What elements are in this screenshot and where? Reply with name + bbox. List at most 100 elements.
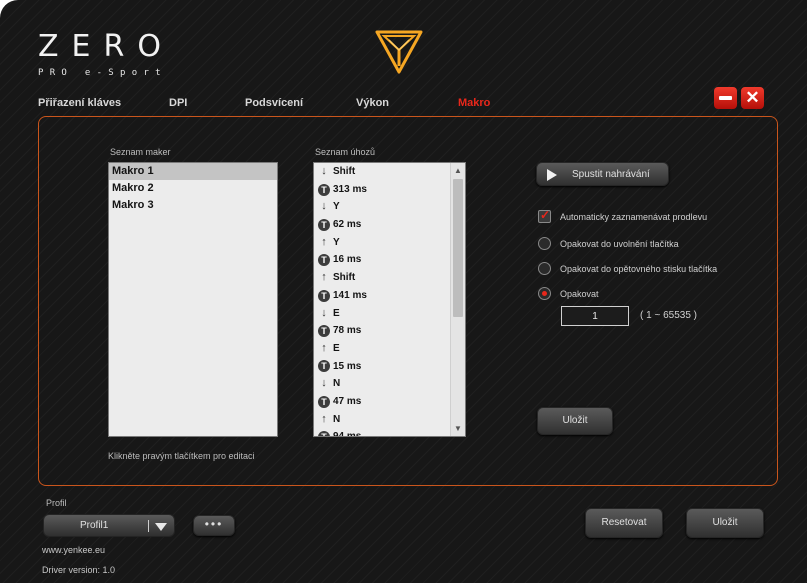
tab-performance[interactable]: Výkon: [356, 97, 389, 109]
scroll-thumb[interactable]: [453, 179, 463, 317]
keystroke-item[interactable]: ↑ N: [314, 411, 465, 429]
more-options-button[interactable]: •••: [193, 515, 235, 536]
delay-icon: T: [318, 289, 330, 302]
keystroke-item[interactable]: T94 ms: [314, 428, 465, 437]
keystroke-label: E: [333, 342, 340, 354]
key-up-arrow-icon: ↑: [321, 412, 327, 425]
keystroke-label: N: [333, 378, 341, 390]
yenkee-emblem-icon: [375, 30, 423, 74]
delay-icon: T: [318, 218, 330, 231]
delay-icon: T: [318, 431, 330, 436]
tab-key-assignment[interactable]: Přiřazení kláves: [38, 97, 121, 109]
key-up-arrow-icon: ↑: [321, 271, 327, 284]
profile-value: Profil1: [80, 520, 109, 531]
macro-list-item[interactable]: Makro 3: [109, 197, 277, 214]
repeat-count-input[interactable]: [561, 306, 629, 326]
radio-repeat-until-press[interactable]: Opakovat do opětovného stisku tlačítka: [538, 262, 717, 275]
profile-label: Profil: [46, 498, 67, 508]
keystroke-label: N: [333, 413, 341, 425]
keystroke-item[interactable]: T 141 ms: [314, 287, 465, 305]
keystroke-label: 78 ms: [333, 325, 362, 337]
delay-icon: T: [318, 325, 330, 338]
keystroke-list-heading: Seznam úhozů: [315, 147, 376, 157]
logo-sub-text: PRO e-Sport: [38, 68, 167, 78]
website-link[interactable]: www.yenkee.eu: [42, 545, 105, 555]
auto-delay-checkbox[interactable]: ✓ Automaticky zaznamenávat prodlevu: [538, 208, 708, 223]
keystroke-item[interactable]: ↓ E: [314, 305, 465, 323]
macro-list-item[interactable]: Makro 1: [109, 163, 277, 180]
keystroke-item[interactable]: T 47 ms: [314, 393, 465, 411]
keystroke-label: 94 ms: [333, 431, 362, 437]
keystroke-item[interactable]: ↓ N: [314, 375, 465, 393]
app-window: ZERO PRO e-Sport Přiřazení kláves DPI Po…: [0, 0, 807, 583]
delay-icon: T: [318, 254, 330, 267]
tab-macro[interactable]: Makro: [458, 97, 490, 109]
radio-label: Opakovat do opětovného stisku tlačítka: [560, 263, 718, 274]
key-down-arrow-icon: ↓: [321, 200, 327, 213]
keystroke-label: 47 ms: [333, 395, 362, 407]
keystroke-item[interactable]: T 16 ms: [314, 251, 465, 269]
keystroke-item[interactable]: T 313 ms: [314, 181, 465, 199]
start-recording-button[interactable]: Spustit nahrávání: [536, 162, 669, 186]
key-up-arrow-icon: ↑: [321, 341, 327, 354]
radio-label: Opakovat do uvolnění tlačítka: [560, 238, 679, 249]
delay-icon: T: [318, 183, 330, 196]
profile-dropdown[interactable]: Profil1: [43, 514, 175, 537]
keystroke-item[interactable]: ↓ Shift: [314, 163, 465, 181]
scroll-down-arrow-icon[interactable]: ▼: [451, 421, 465, 436]
zero-logo: ZERO PRO e-Sport: [38, 29, 174, 79]
keystroke-label: 16 ms: [333, 254, 362, 266]
delay-icon: T: [318, 360, 330, 373]
keystroke-item[interactable]: T 78 ms: [314, 322, 465, 340]
keystroke-item[interactable]: ↓ Y: [314, 198, 465, 216]
keystroke-label: 141 ms: [333, 289, 367, 301]
reset-button[interactable]: Resetovat: [585, 508, 663, 538]
keystroke-label: 313 ms: [333, 183, 367, 195]
keystroke-label: Y: [333, 236, 340, 248]
edit-hint: Klikněte pravým tlačítkem pro editaci: [108, 451, 255, 461]
keystroke-item[interactable]: ↑ Shift: [314, 269, 465, 287]
keystroke-scrollbar[interactable]: ▲ ▼: [450, 163, 465, 436]
macro-list[interactable]: Makro 1 Makro 2 Makro 3: [108, 162, 278, 437]
keystroke-item[interactable]: T 62 ms: [314, 216, 465, 234]
save-button[interactable]: Uložit: [686, 508, 764, 538]
scroll-up-arrow-icon[interactable]: ▲: [451, 163, 465, 178]
auto-delay-label: Automaticky zaznamenávat prodlevu: [560, 211, 708, 222]
keystroke-label: Y: [333, 201, 340, 213]
repeat-range-label: ( 1 ~ 65535 ): [640, 310, 697, 321]
macro-list-heading: Seznam maker: [110, 147, 171, 157]
keystroke-item[interactable]: ↑ E: [314, 340, 465, 358]
checkmark-icon: ✓: [540, 208, 551, 222]
checkbox-icon[interactable]: ✓: [538, 208, 551, 223]
keystroke-label: Shift: [333, 272, 356, 284]
radio-icon[interactable]: [538, 262, 551, 275]
logo-main-text: ZERO: [38, 29, 174, 64]
key-down-arrow-icon: ↓: [321, 306, 327, 319]
start-recording-label: Spustit nahrávání: [572, 169, 650, 180]
keystroke-item[interactable]: T 15 ms: [314, 358, 465, 376]
key-up-arrow-icon: ↑: [321, 235, 327, 248]
radio-repeat-count[interactable]: Opakovat: [538, 287, 599, 300]
minimize-button[interactable]: [714, 87, 737, 109]
radio-repeat-until-release[interactable]: Opakovat do uvolnění tlačítka: [538, 237, 679, 250]
macro-list-item[interactable]: Makro 2: [109, 180, 277, 197]
keystroke-list[interactable]: ↓ Shift T 313 ms ↓ Y T 62 ms ↑ Y T 16 ms ↑ Shift T 141 …: [313, 162, 466, 437]
dropdown-separator: [148, 520, 149, 532]
play-icon: [547, 169, 557, 181]
radio-icon[interactable]: [538, 287, 551, 300]
tab-dpi[interactable]: DPI: [169, 97, 187, 109]
keystroke-label: 15 ms: [333, 360, 362, 372]
keystroke-item[interactable]: ↑ Y: [314, 234, 465, 252]
keystroke-label: E: [333, 307, 340, 319]
keystroke-label: 62 ms: [333, 219, 362, 231]
macro-save-button[interactable]: Uložit: [537, 407, 613, 435]
keystroke-label: Shift: [333, 166, 356, 177]
driver-version: Driver version: 1.0: [42, 565, 116, 575]
delay-icon: T: [318, 395, 330, 408]
chevron-down-icon: [155, 523, 167, 531]
close-button[interactable]: ✕: [741, 87, 764, 109]
key-down-arrow-icon: ↓: [321, 377, 327, 390]
key-down-arrow-icon: ↓: [321, 165, 327, 177]
tab-lighting[interactable]: Podsvícení: [245, 97, 303, 109]
radio-icon[interactable]: [538, 237, 551, 250]
